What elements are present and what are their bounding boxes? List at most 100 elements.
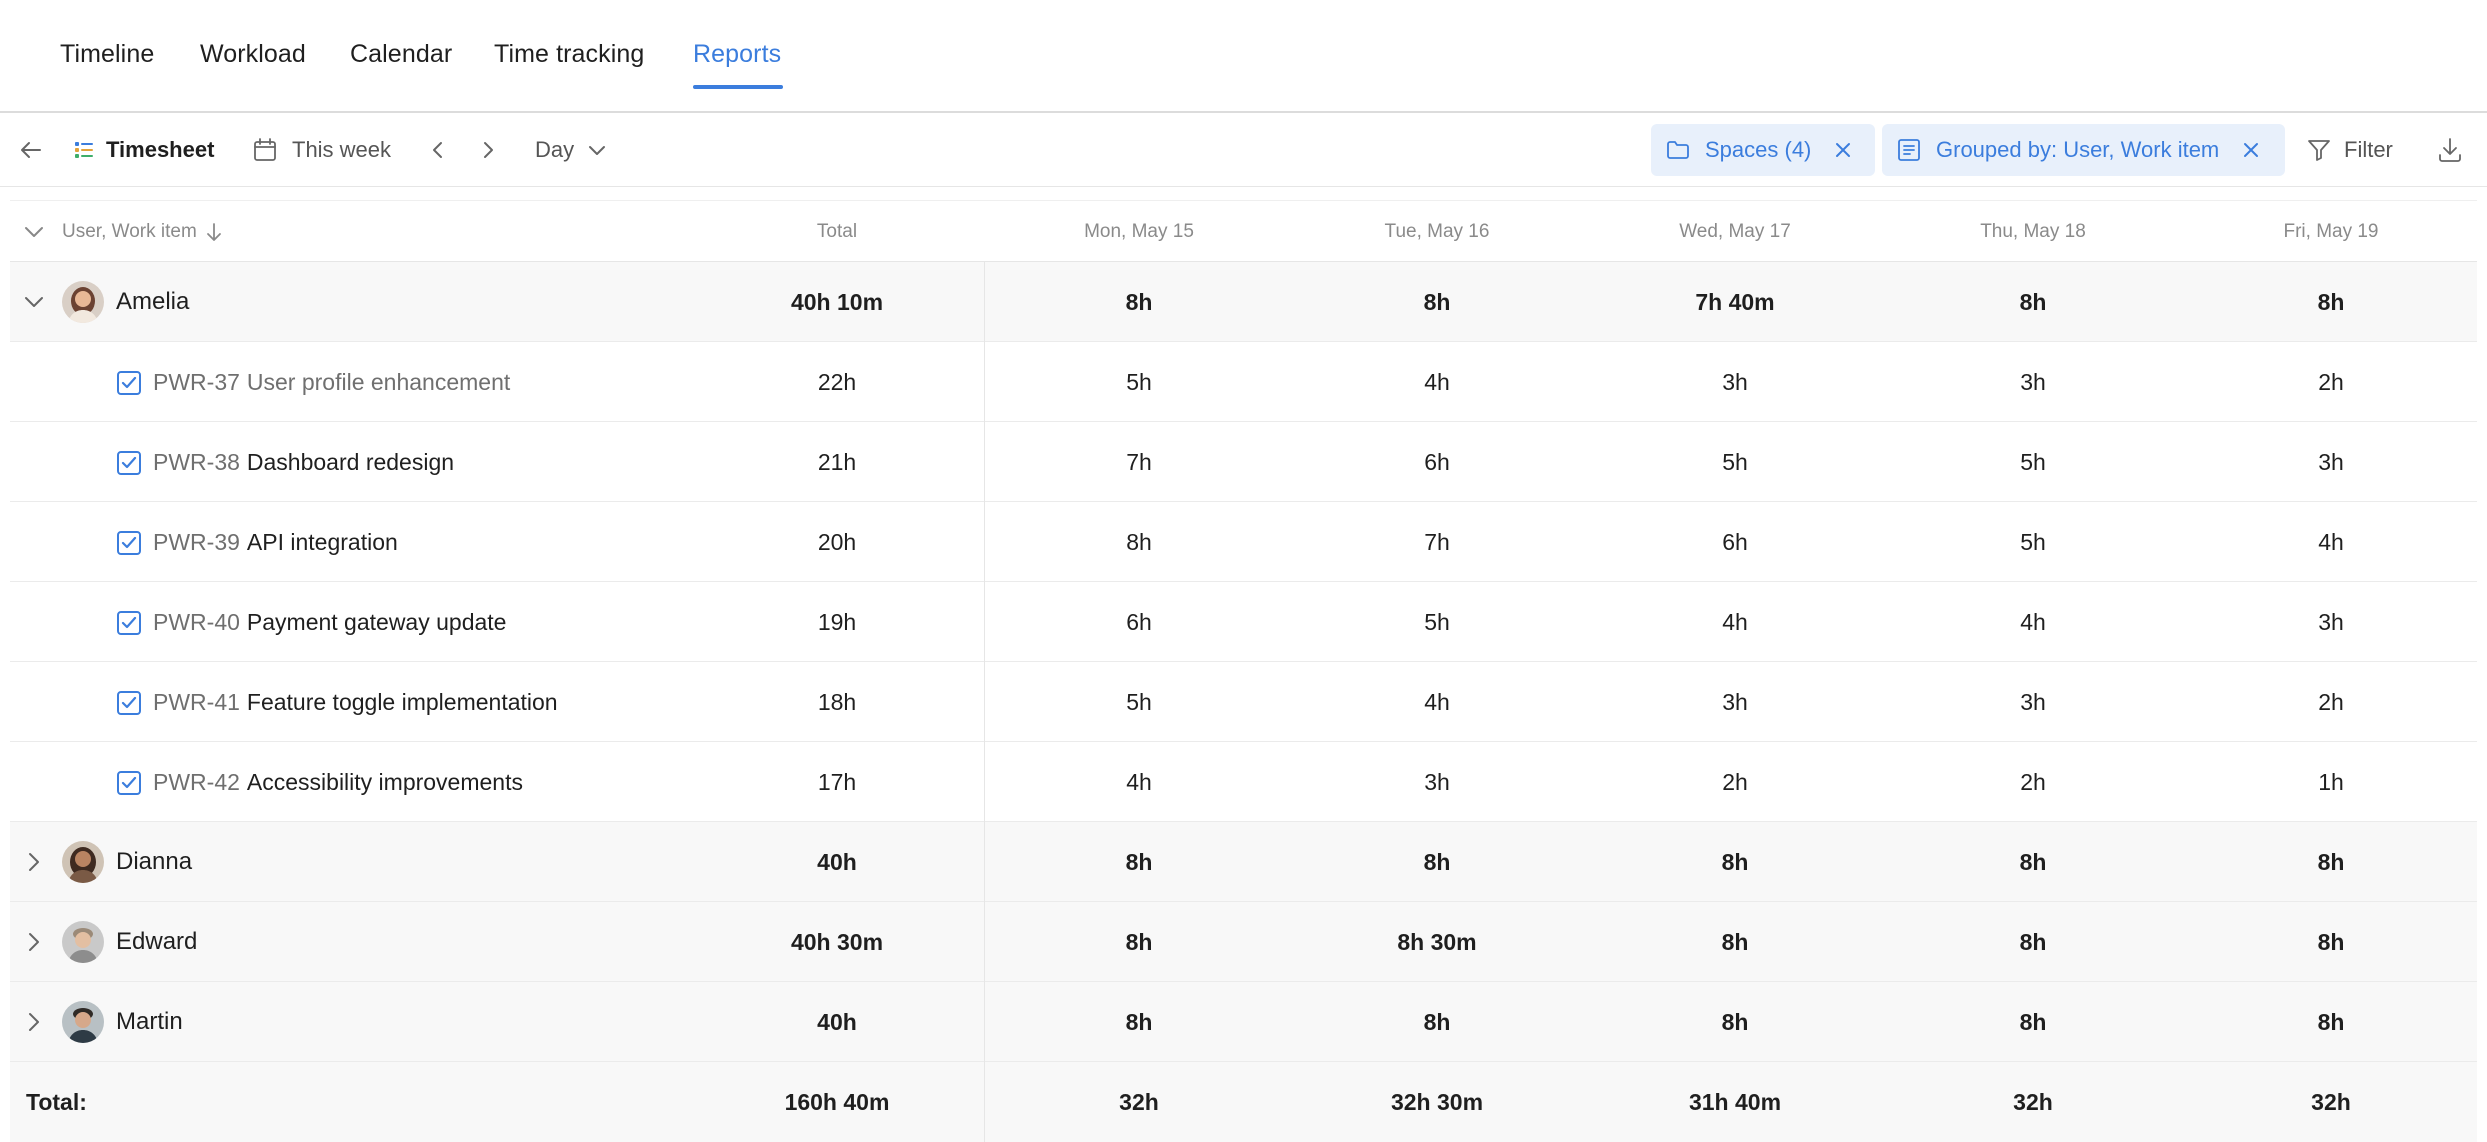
day-cell[interactable]: 5h — [996, 342, 1282, 422]
day-cell[interactable]: 4h — [1294, 342, 1580, 422]
task-checkbox-icon — [117, 531, 141, 555]
header-total[interactable]: Total — [694, 201, 980, 263]
day-cell[interactable]: 8h — [996, 982, 1282, 1062]
day-cell[interactable]: 3h — [1592, 662, 1878, 742]
day-cell[interactable]: 8h — [1592, 982, 1878, 1062]
day-cell[interactable]: 8h — [996, 902, 1282, 982]
header-day-3[interactable]: Wed, May 17 — [1592, 201, 1878, 263]
day-cell[interactable]: 2h — [2188, 342, 2474, 422]
header-day-2[interactable]: Tue, May 16 — [1294, 201, 1580, 263]
tab-reports[interactable]: Reports — [693, 40, 781, 69]
day-cell[interactable]: 8h — [996, 822, 1282, 902]
user-name: Martin — [116, 1008, 183, 1035]
back-button[interactable] — [18, 113, 44, 187]
work-item-row[interactable]: PWR-40 Payment gateway update 19h 6h 5h 4… — [10, 582, 2477, 662]
day-cell[interactable]: 8h — [996, 502, 1282, 582]
work-item-row[interactable]: PWR-41 Feature toggle implementation 18h … — [10, 662, 2477, 742]
tab-calendar[interactable]: Calendar — [350, 40, 452, 69]
user-row-edward[interactable]: Edward 40h 30m 8h 8h 30m 8h 8h 8h — [10, 902, 2477, 982]
day-cell[interactable]: 8h — [1890, 262, 2176, 342]
work-item-row[interactable]: PWR-38 Dashboard redesign 21h 7h 6h 5h 5h… — [10, 422, 2477, 502]
day-cell[interactable]: 8h — [1890, 902, 2176, 982]
work-item-link[interactable]: PWR-38 Dashboard redesign — [153, 422, 454, 502]
user-row-amelia[interactable]: Amelia 40h 10m 8h 8h 7h 40m 8h 8h — [10, 262, 2477, 342]
granularity-dropdown[interactable]: Day — [535, 113, 608, 187]
day-cell[interactable]: 4h — [1890, 582, 2176, 662]
day-cell[interactable]: 8h — [1294, 822, 1580, 902]
day-cell[interactable]: 5h — [1294, 582, 1580, 662]
work-item-key: PWR-38 — [153, 448, 240, 475]
day-cell[interactable]: 8h — [1592, 902, 1878, 982]
user-row-martin[interactable]: Martin 40h 8h 8h 8h 8h 8h — [10, 982, 2477, 1062]
day-cell[interactable]: 5h — [996, 662, 1282, 742]
day-cell[interactable]: 3h — [1294, 742, 1580, 822]
tab-time-tracking[interactable]: Time tracking — [494, 40, 644, 69]
day-cell[interactable]: 8h — [2188, 982, 2474, 1062]
day-cell[interactable]: 8h — [2188, 902, 2474, 982]
work-item-row[interactable]: PWR-39 API integration 20h 8h 7h 6h 5h 4h — [10, 502, 2477, 582]
day-cell[interactable]: 3h — [1592, 342, 1878, 422]
day-cell[interactable]: 3h — [1890, 662, 2176, 742]
day-cell[interactable]: 8h — [1890, 822, 2176, 902]
chevron-right-icon[interactable] — [22, 850, 46, 874]
work-item-link[interactable]: PWR-42 Accessibility improvements — [153, 742, 523, 822]
day-cell[interactable]: 8h — [1294, 262, 1580, 342]
work-item-row[interactable]: PWR-42 Accessibility improvements 17h 4h … — [10, 742, 2477, 822]
header-day-1[interactable]: Mon, May 15 — [996, 201, 1282, 263]
work-item-link[interactable]: PWR-37 User profile enhancement — [153, 342, 510, 422]
spaces-filter-chip[interactable]: Spaces (4) — [1651, 124, 1875, 176]
day-cell[interactable]: 8h — [2188, 262, 2474, 342]
header-day-4[interactable]: Thu, May 18 — [1890, 201, 2176, 263]
day-cell[interactable]: 2h — [1592, 742, 1878, 822]
day-cell[interactable]: 3h — [1890, 342, 2176, 422]
header-name-column[interactable]: User, Work item — [62, 201, 223, 263]
report-type-selector[interactable]: Timesheet — [72, 113, 214, 187]
collapse-all-chevron-icon[interactable] — [22, 220, 46, 244]
tab-timeline[interactable]: Timeline — [60, 40, 154, 69]
day-cell[interactable]: 8h — [996, 262, 1282, 342]
header-day-5[interactable]: Fri, May 19 — [2188, 201, 2474, 263]
day-cell[interactable]: 5h — [1890, 502, 2176, 582]
day-cell[interactable]: 8h — [1592, 822, 1878, 902]
day-cell[interactable]: 2h — [1890, 742, 2176, 822]
work-item-link[interactable]: PWR-40 Payment gateway update — [153, 582, 506, 662]
remove-spaces-filter-button[interactable] — [1833, 140, 1853, 160]
chevron-right-icon[interactable] — [22, 930, 46, 954]
day-cell[interactable]: 3h — [2188, 422, 2474, 502]
row-total: 40h — [817, 848, 857, 875]
user-row-dianna[interactable]: Dianna 40h 8h 8h 8h 8h 8h — [10, 822, 2477, 902]
day-cell[interactable]: 4h — [1592, 582, 1878, 662]
work-item-link[interactable]: PWR-39 API integration — [153, 502, 398, 582]
day-cell[interactable]: 4h — [996, 742, 1282, 822]
next-period-button[interactable] — [477, 113, 499, 187]
grouping-chip[interactable]: Grouped by: User, Work item — [1882, 124, 2285, 176]
day-cell[interactable]: 7h — [996, 422, 1282, 502]
tab-workload[interactable]: Workload — [200, 40, 306, 69]
download-button[interactable] — [2436, 113, 2464, 187]
date-range-selector[interactable]: This week — [252, 113, 391, 187]
chevron-down-icon[interactable] — [22, 290, 46, 314]
day-cell[interactable]: 6h — [996, 582, 1282, 662]
day-cell[interactable]: 7h — [1294, 502, 1580, 582]
remove-grouping-button[interactable] — [2241, 140, 2261, 160]
day-cell[interactable]: 2h — [2188, 662, 2474, 742]
chevron-right-icon[interactable] — [22, 1010, 46, 1034]
day-cell[interactable]: 3h — [2188, 582, 2474, 662]
day-cell[interactable]: 5h — [1592, 422, 1878, 502]
day-cell[interactable]: 8h — [1890, 982, 2176, 1062]
day-cell[interactable]: 5h — [1890, 422, 2176, 502]
work-item-link[interactable]: PWR-41 Feature toggle implementation — [153, 662, 558, 742]
day-cell[interactable]: 8h 30m — [1294, 902, 1580, 982]
day-cell[interactable]: 7h 40m — [1592, 262, 1878, 342]
day-cell[interactable]: 8h — [2188, 822, 2474, 902]
day-cell[interactable]: 4h — [2188, 502, 2474, 582]
day-cell[interactable]: 6h — [1294, 422, 1580, 502]
day-cell[interactable]: 8h — [1294, 982, 1580, 1062]
day-cell[interactable]: 6h — [1592, 502, 1878, 582]
previous-period-button[interactable] — [427, 113, 449, 187]
day-cell[interactable]: 4h — [1294, 662, 1580, 742]
report-toolbar: Timesheet This week Day Spaces (4) Group… — [0, 113, 2487, 187]
work-item-row[interactable]: PWR-37 User profile enhancement 22h 5h 4h… — [10, 342, 2477, 422]
filter-button[interactable]: Filter — [2306, 113, 2393, 187]
day-cell[interactable]: 1h — [2188, 742, 2474, 822]
